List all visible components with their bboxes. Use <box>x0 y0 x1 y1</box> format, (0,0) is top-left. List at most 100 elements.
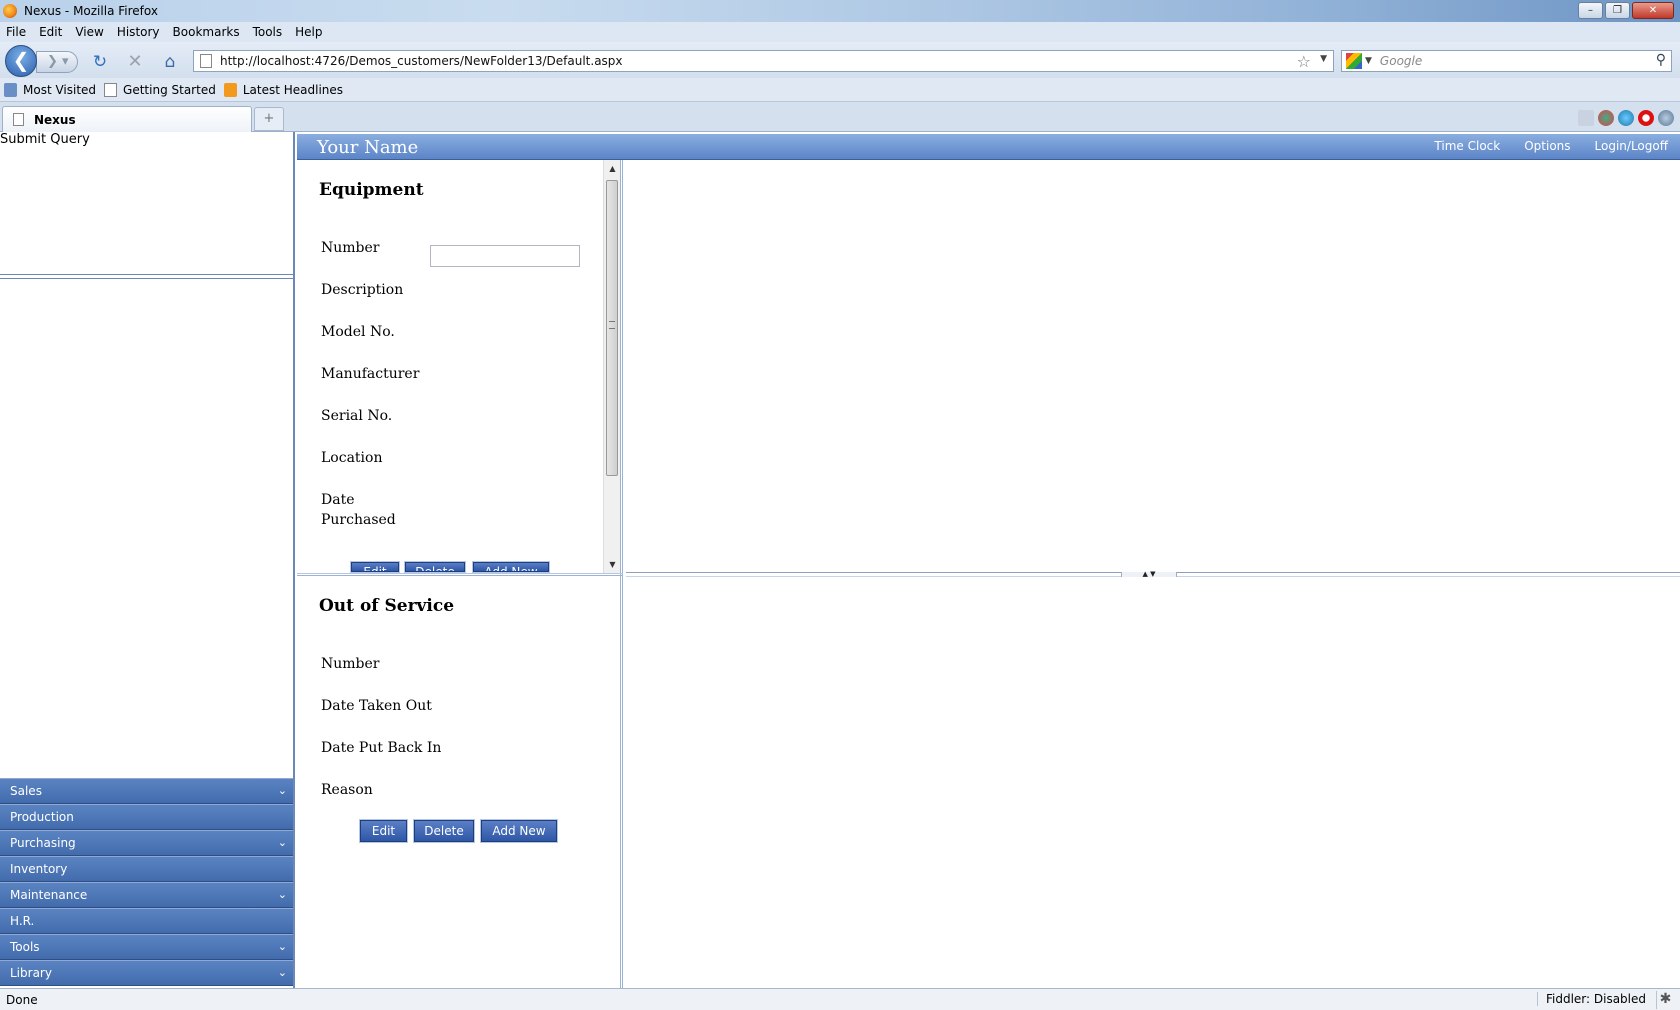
chrome-icon[interactable] <box>1598 110 1614 126</box>
accordion-label: Library <box>10 966 52 980</box>
accordion-item-production[interactable]: Production <box>0 804 293 830</box>
equipment-number-input[interactable] <box>430 245 580 267</box>
scroll-thumb[interactable] <box>606 180 618 476</box>
fiddler-status[interactable]: Fiddler: Disabled <box>1536 992 1646 1006</box>
opera-icon[interactable] <box>1638 110 1654 126</box>
url-dropdown-icon[interactable]: ▼ <box>1320 54 1327 64</box>
oos-label-date-put-back-in: Date Put Back In <box>321 740 442 756</box>
scroll-up-icon[interactable]: ▲ <box>604 160 621 177</box>
bookmarks-toolbar: Most Visited Getting Started Latest Head… <box>0 78 1680 102</box>
scroll-down-icon[interactable]: ▼ <box>604 556 621 573</box>
maximize-button[interactable]: ❐ <box>1605 2 1630 19</box>
brand-title: Your Name <box>317 137 419 158</box>
resize-gripper-icon[interactable]: ✱ <box>1656 991 1674 1009</box>
left-divider <box>0 274 293 279</box>
menu-tools[interactable]: Tools <box>253 25 283 39</box>
tab-nexus[interactable]: Nexus <box>2 106 252 132</box>
window-titlebar: Nexus - Mozilla Firefox – ❐ ✕ <box>0 0 1680 22</box>
field-label-date-purchased: Date Purchased <box>321 492 396 528</box>
menu-bar: File Edit View History Bookmarks Tools H… <box>0 22 1680 42</box>
bookmark-latest-headlines[interactable]: Latest Headlines <box>223 82 343 97</box>
page-icon <box>200 54 212 68</box>
menu-view[interactable]: View <box>75 25 103 39</box>
submit-query-button[interactable]: Submit Query <box>0 132 90 147</box>
accordion-label: Purchasing <box>10 836 76 850</box>
accordion-item-hr[interactable]: H.R. <box>0 908 293 934</box>
bookmark-star-icon[interactable]: ☆ <box>1297 52 1311 71</box>
status-bar: Done Fiddler: Disabled ✱ <box>0 988 1680 1010</box>
forward-button[interactable]: ❯ ▾ <box>36 51 78 73</box>
accordion-item-tools[interactable]: Tools ⌄ <box>0 934 293 960</box>
bookmark-most-visited[interactable]: Most Visited <box>4 82 96 97</box>
chevron-down-icon: ⌄ <box>277 784 287 797</box>
field-label-manufacturer: Manufacturer <box>321 366 420 382</box>
accordion-label: Production <box>10 810 74 824</box>
stop-icon[interactable]: ✕ <box>125 52 145 72</box>
chevron-down-icon: ⌄ <box>277 888 287 901</box>
field-label-model-no: Model No. <box>321 324 395 340</box>
back-button[interactable]: ❮ <box>5 45 37 77</box>
menu-bookmarks[interactable]: Bookmarks <box>173 25 240 39</box>
options-link[interactable]: Options <box>1524 139 1570 153</box>
reload-icon[interactable]: ↻ <box>90 52 110 72</box>
oos-add-new-button[interactable]: Add New <box>481 820 557 842</box>
equipment-title: Equipment <box>319 180 424 200</box>
equipment-scrollbar[interactable]: ▲ ▼ <box>603 160 620 573</box>
accordion-label: Inventory <box>10 862 68 876</box>
equipment-edit-button[interactable]: Edit <box>351 562 399 572</box>
search-bar[interactable]: ▼ Google ⚲ <box>1341 50 1672 72</box>
accordion-item-purchasing[interactable]: Purchasing ⌄ <box>0 830 293 856</box>
field-label-description: Description <box>321 282 404 298</box>
navigation-toolbar: ❯ ▾ ❮ ↻ ✕ ⌂ http://localhost:4726/Demos_… <box>0 42 1680 78</box>
menu-help[interactable]: Help <box>295 25 322 39</box>
out-of-service-form: Out of Service Number Date Taken Out Dat… <box>297 576 620 988</box>
minimize-button[interactable]: – <box>1578 2 1603 19</box>
equipment-form: Equipment Number Description Model No. M… <box>297 160 623 573</box>
accordion-label: H.R. <box>10 914 35 928</box>
home-icon[interactable]: ⌂ <box>160 52 180 72</box>
oos-edit-button[interactable]: Edit <box>360 820 407 842</box>
left-panel: Submit Query Sales ⌄ Production Purchasi… <box>0 132 295 988</box>
equipment-delete-button[interactable]: Delete <box>405 562 465 572</box>
status-text: Done <box>6 992 38 1007</box>
safari-icon[interactable] <box>1658 110 1674 126</box>
menu-file[interactable]: File <box>6 25 26 39</box>
search-icon[interactable]: ⚲ <box>1656 52 1666 68</box>
window-title: Nexus - Mozilla Firefox <box>24 4 158 18</box>
field-label-location: Location <box>321 450 383 466</box>
page-icon <box>104 82 118 97</box>
accordion-item-library[interactable]: Library ⌄ <box>0 960 293 986</box>
bookmark-label: Getting Started <box>123 82 216 97</box>
new-tab-button[interactable]: + <box>254 107 284 131</box>
accordion-item-maintenance[interactable]: Maintenance ⌄ <box>0 882 293 908</box>
chevron-down-icon: ⌄ <box>277 966 287 979</box>
page-content: Submit Query Sales ⌄ Production Purchasi… <box>0 132 1680 988</box>
field-label-serial-no: Serial No. <box>321 408 393 424</box>
login-logoff-link[interactable]: Login/Logoff <box>1595 139 1668 153</box>
equipment-add-new-button[interactable]: Add New <box>473 562 549 572</box>
search-engine-dropdown-icon[interactable]: ▼ <box>1365 56 1372 66</box>
addon-icon[interactable] <box>1578 110 1594 126</box>
app-header: Your Name Time Clock Options Login/Logof… <box>297 134 1680 160</box>
bookmark-getting-started[interactable]: Getting Started <box>104 82 216 97</box>
url-bar[interactable]: http://localhost:4726/Demos_customers/Ne… <box>193 50 1334 72</box>
accordion-item-sales[interactable]: Sales ⌄ <box>0 778 293 804</box>
search-engine-icon[interactable] <box>1346 53 1362 69</box>
field-label-number: Number <box>321 240 380 256</box>
ie-icon[interactable] <box>1618 110 1634 126</box>
right-bottom-pane <box>626 577 1680 988</box>
firefox-icon <box>3 4 17 18</box>
url-text[interactable]: http://localhost:4726/Demos_customers/Ne… <box>220 54 623 68</box>
toolbar-addon-icons <box>1578 110 1674 126</box>
nav-accordion: Sales ⌄ Production Purchasing ⌄ Inventor… <box>0 778 293 986</box>
close-button[interactable]: ✕ <box>1632 2 1674 19</box>
oos-delete-button[interactable]: Delete <box>414 820 474 842</box>
menu-edit[interactable]: Edit <box>39 25 62 39</box>
chevron-down-icon: ⌄ <box>277 836 287 849</box>
page-icon <box>13 113 24 126</box>
search-input[interactable]: Google <box>1380 54 1422 68</box>
menu-history[interactable]: History <box>117 25 160 39</box>
accordion-item-inventory[interactable]: Inventory <box>0 856 293 882</box>
middle-panel: Equipment Number Description Model No. M… <box>297 160 623 988</box>
time-clock-link[interactable]: Time Clock <box>1434 139 1500 153</box>
